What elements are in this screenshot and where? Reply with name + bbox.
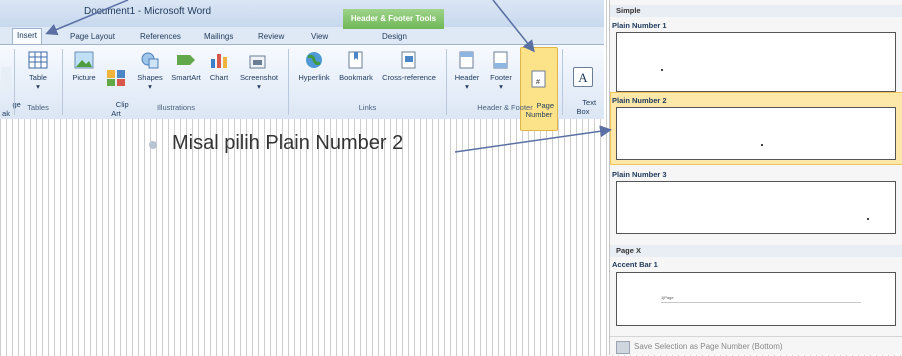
- arrow-to-plain-number-2: [454, 125, 612, 153]
- arrow-to-insert-tab: [45, 0, 129, 36]
- annotation-arrows: [45, 0, 612, 153]
- arrow-to-page-number: [492, 0, 535, 53]
